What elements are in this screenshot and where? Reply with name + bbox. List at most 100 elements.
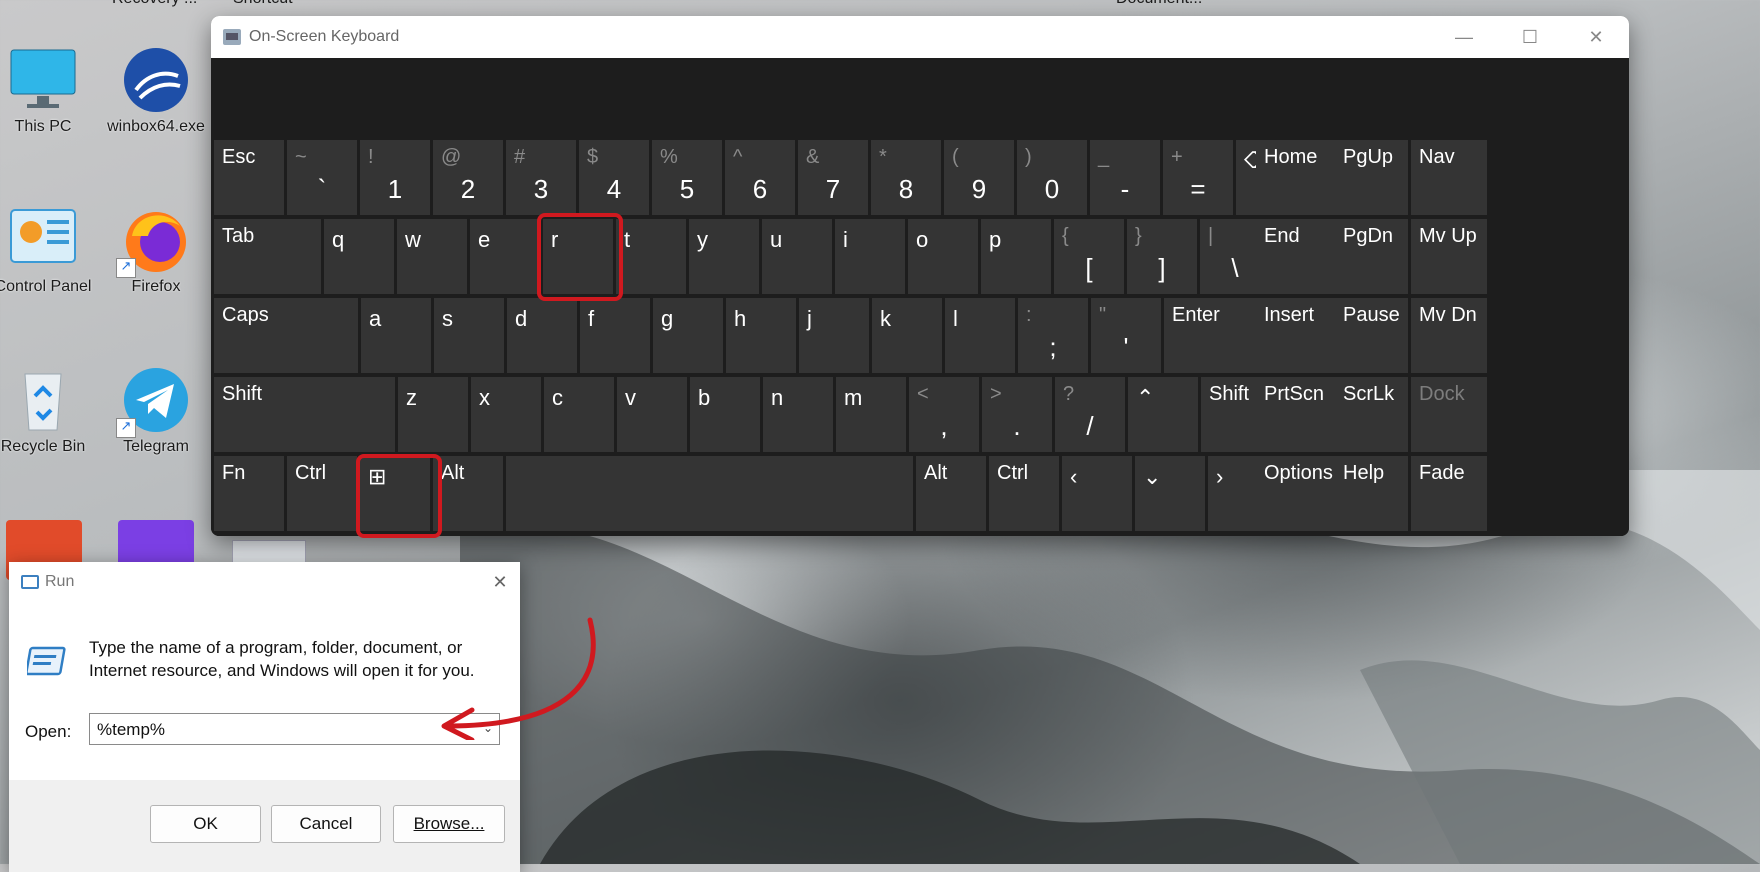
- close-icon[interactable]: ✕: [480, 572, 520, 593]
- key-w[interactable]: w: [397, 219, 467, 294]
- close-icon[interactable]: ✕: [1563, 27, 1629, 48]
- key-3[interactable]: #3: [506, 140, 576, 215]
- key-k4-7[interactable]: ‹: [1062, 456, 1132, 531]
- key-label: f: [588, 306, 595, 331]
- key-5[interactable]: % 5: [652, 140, 722, 215]
- key-label: h: [734, 306, 747, 331]
- key-e[interactable]: e: [470, 219, 540, 294]
- key-esc[interactable]: Esc: [214, 140, 284, 215]
- key-1[interactable]: ! 1: [360, 140, 430, 215]
- key-end[interactable]: End: [1256, 219, 1332, 294]
- key-k1-11[interactable]: {[: [1054, 219, 1124, 294]
- key-caps[interactable]: Caps: [214, 298, 358, 373]
- key-h[interactable]: h: [726, 298, 796, 373]
- key-s[interactable]: s: [434, 298, 504, 373]
- key-z[interactable]: z: [398, 377, 468, 452]
- cancel-button[interactable]: Cancel: [271, 805, 381, 843]
- key-o[interactable]: o: [908, 219, 978, 294]
- key-k2-11[interactable]: " ': [1091, 298, 1161, 373]
- key-8[interactable]: * 8: [871, 140, 941, 215]
- key-label: d: [515, 306, 528, 331]
- key-k2-10[interactable]: :;: [1018, 298, 1088, 373]
- key-fn[interactable]: Fn: [214, 456, 284, 531]
- key-k0-12[interactable]: _ -: [1090, 140, 1160, 215]
- key-tab[interactable]: Tab: [214, 219, 321, 294]
- key-t[interactable]: t: [616, 219, 686, 294]
- key-i[interactable]: i: [835, 219, 905, 294]
- key-k3-9[interactable]: >.: [982, 377, 1052, 452]
- key-k3-11[interactable]: ⌃: [1128, 377, 1198, 452]
- key-k0-1[interactable]: ~ `: [287, 140, 357, 215]
- key-p[interactable]: p: [981, 219, 1051, 294]
- desktop-icon-this-pc[interactable]: This PC: [0, 46, 98, 136]
- key-4[interactable]: $4: [579, 140, 649, 215]
- key-alt[interactable]: Alt: [916, 456, 986, 531]
- key-mv-up[interactable]: Mv Up: [1411, 219, 1487, 294]
- key-insert[interactable]: Insert: [1256, 298, 1332, 373]
- key-help[interactable]: Help: [1335, 456, 1408, 531]
- key-label: Enter: [1172, 304, 1220, 326]
- key-d[interactable]: d: [507, 298, 577, 373]
- key-f[interactable]: f: [580, 298, 650, 373]
- key-fade[interactable]: Fade: [1411, 456, 1487, 531]
- key-g[interactable]: g: [653, 298, 723, 373]
- desktop-icon-label: winbox64.exe: [107, 118, 205, 135]
- key-main-label: 7: [825, 174, 841, 204]
- key-x[interactable]: x: [471, 377, 541, 452]
- key-u[interactable]: u: [762, 219, 832, 294]
- key-9[interactable]: (9: [944, 140, 1014, 215]
- key-alt[interactable]: Alt: [433, 456, 503, 531]
- key-b[interactable]: b: [690, 377, 760, 452]
- key-a[interactable]: a: [361, 298, 431, 373]
- key-label: +: [1171, 146, 1183, 168]
- key-k0-13[interactable]: + =: [1163, 140, 1233, 215]
- key-l[interactable]: l: [945, 298, 1015, 373]
- key-label: Options: [1264, 462, 1333, 484]
- key-k3-8[interactable]: <,: [909, 377, 979, 452]
- key-k4-8[interactable]: ⌄: [1135, 456, 1205, 531]
- key-y[interactable]: y: [689, 219, 759, 294]
- key-label: v: [625, 385, 636, 410]
- key-pause[interactable]: Pause: [1335, 298, 1408, 373]
- key-c[interactable]: c: [544, 377, 614, 452]
- key-main-label: 0: [1044, 174, 1060, 204]
- key-0[interactable]: ) 0: [1017, 140, 1087, 215]
- key-m[interactable]: m: [836, 377, 906, 452]
- key-2[interactable]: @2: [433, 140, 503, 215]
- key-mv-dn[interactable]: Mv Dn: [1411, 298, 1487, 373]
- maximize-icon[interactable]: ☐: [1497, 27, 1563, 48]
- desktop-icon-control-panel[interactable]: Control Panel: [0, 206, 98, 296]
- minimize-icon[interactable]: —: [1431, 27, 1497, 48]
- key-ctrl[interactable]: Ctrl: [287, 456, 357, 531]
- key-prtscn[interactable]: PrtScn: [1256, 377, 1332, 452]
- desktop-icon-firefox[interactable]: ↗ Firefox: [101, 206, 211, 296]
- key-home[interactable]: Home: [1256, 140, 1332, 215]
- key-options[interactable]: Options: [1256, 456, 1333, 531]
- key-nav[interactable]: Nav: [1411, 140, 1487, 215]
- key-label: g: [661, 306, 674, 331]
- desktop-icon-telegram[interactable]: ↗ Telegram: [101, 366, 211, 456]
- browse-button[interactable]: Browse...: [393, 805, 505, 843]
- ok-button[interactable]: OK: [150, 805, 261, 843]
- key-main-label: ': [1123, 332, 1129, 362]
- run-title-text: Run: [45, 573, 75, 590]
- key-shift[interactable]: Shift: [214, 377, 395, 452]
- key-k[interactable]: k: [872, 298, 942, 373]
- key-7[interactable]: & 7: [798, 140, 868, 215]
- key-space[interactable]: [506, 456, 913, 531]
- osk-titlebar: On-Screen Keyboard — ☐ ✕: [211, 16, 1629, 58]
- desktop-icon-recycle-bin[interactable]: Recycle Bin: [0, 366, 98, 456]
- key-6[interactable]: ^ 6: [725, 140, 795, 215]
- desktop-icon-winbox[interactable]: winbox64.exe: [101, 46, 211, 136]
- key-k1-12[interactable]: }]: [1127, 219, 1197, 294]
- key-ctrl[interactable]: Ctrl: [989, 456, 1059, 531]
- key-pgdn[interactable]: PgDn: [1335, 219, 1408, 294]
- key-k3-10[interactable]: ? /: [1055, 377, 1125, 452]
- key-n[interactable]: n: [763, 377, 833, 452]
- key-v[interactable]: v: [617, 377, 687, 452]
- key-q[interactable]: q: [324, 219, 394, 294]
- key-scrlk[interactable]: ScrLk: [1335, 377, 1408, 452]
- key-pgup[interactable]: PgUp: [1335, 140, 1408, 215]
- key-j[interactable]: j: [799, 298, 869, 373]
- key-dock[interactable]: Dock: [1411, 377, 1487, 452]
